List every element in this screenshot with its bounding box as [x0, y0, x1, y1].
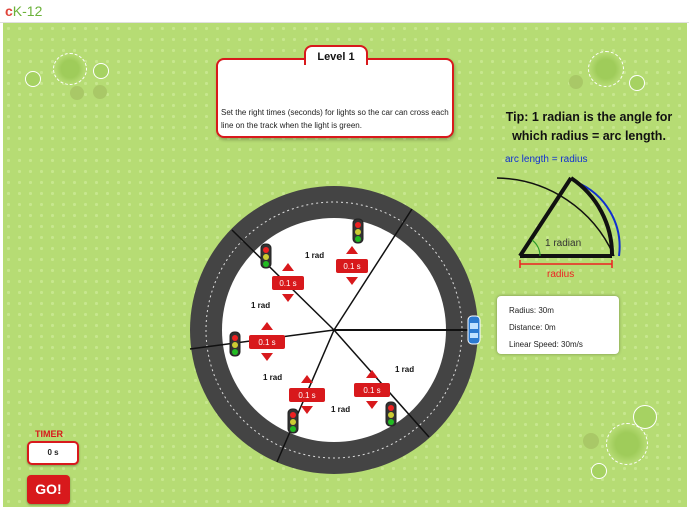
angle-label: 1 radian [545, 238, 581, 249]
timer-display: 0 s [27, 441, 79, 465]
angle-label-track: 1 rad [263, 373, 282, 382]
angle-label-track: 1 rad [305, 251, 324, 260]
angle-arc [531, 239, 541, 257]
light-timer-value: 0.1 s [298, 391, 315, 400]
traffic-light-icon [385, 401, 397, 427]
traffic-light-icon [260, 243, 272, 269]
distance-readout: Distance: 0m [509, 323, 556, 332]
light-timer-value: 0.1 s [343, 262, 360, 271]
angle-label-track: 1 rad [251, 301, 270, 310]
angle-label-track: 1 rad [331, 405, 350, 414]
go-button[interactable]: GO! [27, 475, 70, 504]
traffic-light-icon [287, 408, 299, 434]
car-icon [467, 315, 481, 345]
light-timer-value: 0.1 s [279, 279, 296, 288]
radius-readout: Radius: 30m [509, 306, 554, 315]
angle-label-track: 1 rad [395, 365, 414, 374]
light-timer-value: 0.1 s [258, 338, 275, 347]
traffic-light-icon [352, 218, 364, 244]
info-panel: Radius: 30m Distance: 0m Linear Speed: 3… [497, 296, 619, 354]
speed-readout: Linear Speed: 30m/s [509, 340, 583, 349]
arc-length-label: arc length = radius [505, 154, 588, 165]
radius-label: radius [547, 269, 574, 280]
timer-label: TIMER [35, 429, 63, 439]
scene-svg: arc length = radius 1 radian radius 1 ra… [189, 154, 621, 474]
traffic-light-icon [229, 331, 241, 357]
light-timer-value: 0.1 s [363, 386, 380, 395]
